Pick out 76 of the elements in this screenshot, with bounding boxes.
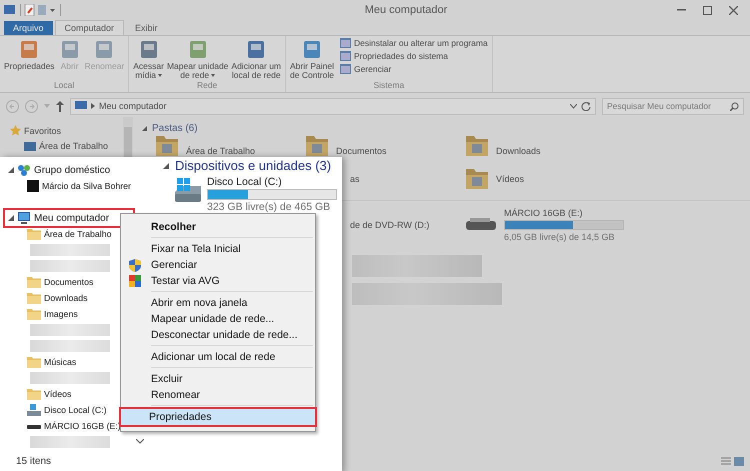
up-arrow-icon[interactable]: [56, 100, 64, 112]
menu-item[interactable]: Desconectar unidade de rede...: [123, 327, 313, 343]
settings-window-icon: [340, 64, 351, 74]
tile-label: as: [350, 174, 360, 184]
folder-icon: [27, 356, 41, 368]
menu-item[interactable]: Gerenciar: [123, 257, 313, 273]
ribbon-button[interactable]: Acessar mídia: [133, 38, 164, 80]
ribbon-small-button[interactable]: Gerenciar: [340, 64, 488, 74]
minimize-icon: [676, 9, 686, 11]
ribbon-tab[interactable]: Arquivo: [4, 21, 53, 35]
folder-tile[interactable]: Documentos: [306, 136, 466, 158]
nav-item[interactable]: Área de Trabalho: [10, 141, 123, 151]
tile-label: de de DVD-RW (D:): [350, 220, 430, 230]
menu-item[interactable]: Propriedades: [121, 409, 315, 425]
drive-tile[interactable]: MÁRCIO 16GB (E:) 6,05 GB livre(s) de 14,5 GB: [466, 200, 750, 249]
chevron-icon: [91, 103, 95, 109]
ribbon-small-button[interactable]: Desinstalar ou alterar um programa: [340, 38, 488, 48]
folder-icon: [27, 388, 41, 400]
expand-arrow-icon[interactable]: [8, 167, 14, 173]
settings-window-icon: [340, 51, 351, 61]
ribbon-button[interactable]: Abrir Painel de Controle: [290, 38, 334, 80]
computer-icon: [17, 212, 31, 224]
ribbon-button[interactable]: Propriedades: [4, 38, 55, 80]
ribbon-group-label: Local: [52, 80, 76, 92]
computer-icon: [75, 101, 87, 111]
menu-item[interactable]: Excluir: [123, 371, 313, 387]
folder-icon: [27, 292, 41, 304]
usb-drive-icon: [466, 218, 496, 232]
user-avatar: [27, 180, 39, 192]
details-view-icon[interactable]: [721, 457, 731, 466]
window-title: Meu computador: [364, 4, 448, 16]
folder-icon: [27, 276, 41, 288]
folder-tile[interactable]: Downloads: [466, 136, 750, 158]
folder-tile[interactable]: Vídeos: [466, 158, 750, 200]
folder-icon: [156, 136, 178, 156]
homegroup-icon: [17, 164, 31, 176]
drive-icon: [27, 404, 41, 416]
address-bar[interactable]: Meu computador: [70, 98, 596, 114]
folder-icon: [306, 136, 328, 156]
ribbon-small-button[interactable]: Propriedades do sistema: [340, 51, 488, 61]
folder-icon: [466, 136, 488, 156]
search-icon: [730, 102, 739, 110]
status-text: 15 itens: [16, 456, 52, 467]
collapse-arrow-icon: [142, 126, 147, 131]
nav-item[interactable]: Favoritos: [10, 125, 123, 136]
close-icon: [728, 6, 738, 14]
drive-tile[interactable]: Disco Local (C:) 323 GB livre(s) de 465 GB: [173, 176, 342, 213]
maximize-icon: [702, 6, 712, 14]
expand-arrow-icon[interactable]: [8, 215, 14, 221]
folder-tile[interactable]: Área de Trabalho: [156, 136, 306, 158]
scroll-down-icon[interactable]: [136, 439, 144, 444]
ribbon-tab[interactable]: Exibir: [126, 21, 167, 35]
folder-icon: [27, 308, 41, 320]
dropdown-icon[interactable]: [570, 104, 577, 108]
app-icon: [129, 275, 141, 287]
desktop-icon: [24, 142, 36, 150]
ribbon-tab[interactable]: Computador: [54, 20, 124, 35]
ribbon-group-label: Rede: [196, 80, 218, 92]
tiles-view-icon[interactable]: [734, 457, 744, 466]
menu-item[interactable]: Fixar na Tela Inicial: [123, 241, 313, 257]
star-icon: [10, 125, 21, 136]
folder-icon: [27, 228, 41, 240]
quick-access-toolbar[interactable]: [4, 4, 64, 16]
folder-icon: [466, 169, 488, 189]
ribbon-button[interactable]: Mapear unidade de rede: [166, 38, 228, 80]
ribbon-group-label: Sistema: [372, 80, 406, 92]
section-header[interactable]: Pastas (6): [142, 123, 750, 134]
refresh-icon[interactable]: [581, 101, 591, 111]
tree-item[interactable]: Grupo doméstico: [0, 162, 145, 178]
shield-icon: [129, 258, 141, 272]
tree-item[interactable]: Márcio da Silva Bohrer: [0, 178, 145, 194]
ribbon-button[interactable]: Adicionar um local de rede: [231, 38, 282, 80]
collapse-arrow-icon: [163, 162, 169, 168]
drive-icon: [173, 176, 203, 204]
settings-window-icon: [340, 38, 351, 48]
section-header[interactable]: Dispositivos e unidades (3): [163, 158, 342, 173]
